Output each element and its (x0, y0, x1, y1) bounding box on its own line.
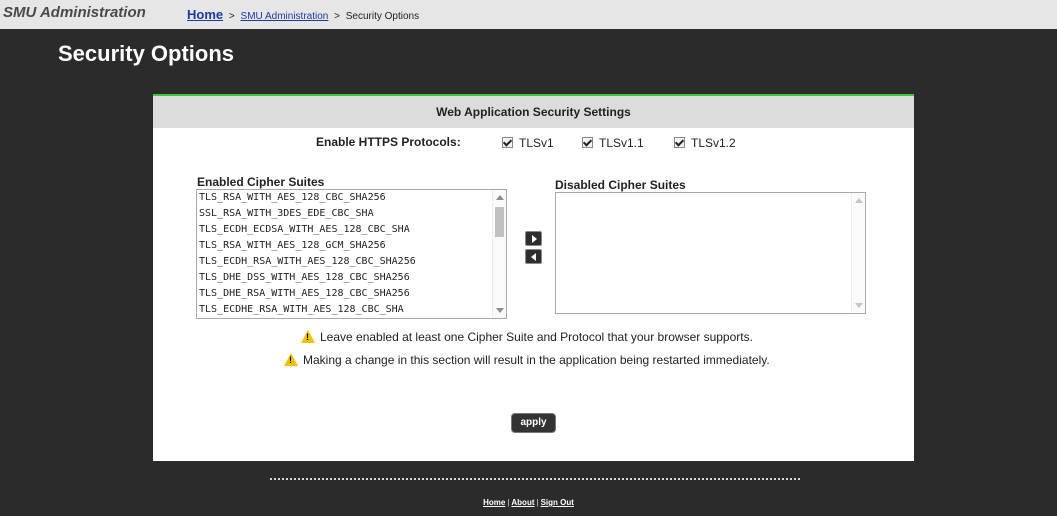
footer-home-link[interactable]: Home (483, 498, 505, 507)
https-protocols-label: Enable HTTPS Protocols: (316, 135, 461, 149)
app-title: SMU Administration (3, 4, 146, 21)
page-title: Security Options (58, 41, 235, 66)
warning-message: Leave enabled at least one Cipher Suite … (301, 330, 753, 344)
enabled-cipher-option[interactable]: TLS_RSA_WITH_AES_128_CBC_SHA256 (197, 190, 506, 206)
enabled-list-scrollbar[interactable] (492, 190, 506, 318)
enabled-cipher-option[interactable]: TLS_DHE_RSA_WITH_AES_128_CBC_SHA256 (197, 286, 506, 302)
footer-signout-link[interactable]: Sign Out (541, 498, 574, 507)
disabled-ciphers-label: Disabled Cipher Suites (555, 178, 686, 192)
security-settings-panel: Web Application Security Settings Enable… (153, 94, 914, 461)
scroll-down-icon[interactable] (496, 308, 504, 313)
footer-separator: | (507, 498, 510, 507)
enabled-ciphers-label: Enabled Cipher Suites (197, 175, 325, 189)
enabled-cipher-option[interactable]: SSL_RSA_WITH_3DES_EDE_CBC_SHA (197, 206, 506, 222)
footer-links: Home | About | Sign Out (0, 498, 1057, 507)
arrow-left-icon (531, 253, 536, 261)
move-to-disabled-button[interactable] (525, 231, 542, 246)
protocol-tlsv1-option[interactable]: TLSv1 (502, 135, 554, 150)
footer-divider (270, 478, 800, 480)
disabled-list-scrollbar[interactable] (851, 193, 865, 313)
warning-text: Making a change in this section will res… (303, 353, 770, 367)
breadcrumb-smu-admin-link[interactable]: SMU Administration (241, 11, 329, 22)
warning-text: Leave enabled at least one Cipher Suite … (320, 330, 753, 344)
tlsv1-1-checkbox[interactable] (582, 137, 593, 149)
enabled-cipher-option[interactable]: TLS_ECDH_ECDSA_WITH_AES_128_CBC_SHA (197, 222, 506, 238)
breadcrumb-home-link[interactable]: Home (187, 7, 223, 22)
protocol-tlsv1-1-option[interactable]: TLSv1.1 (582, 135, 644, 150)
arrow-right-icon (532, 235, 537, 243)
tlsv1-checkbox[interactable] (502, 137, 513, 149)
scroll-thumb[interactable] (495, 207, 504, 237)
breadcrumb-separator: > (334, 11, 340, 22)
footer-separator: | (536, 498, 539, 507)
tlsv1-1-label: TLSv1.1 (599, 135, 644, 150)
protocol-tlsv1-2-option[interactable]: TLSv1.2 (674, 135, 736, 150)
breadcrumb-current: Security Options (345, 11, 420, 22)
breadcrumb: Home > SMU Administration > Security Opt… (187, 7, 419, 22)
top-header-bar: SMU Administration Home > SMU Administra… (0, 0, 1057, 29)
panel-title: Web Application Security Settings (153, 96, 914, 128)
https-protocols-row: Enable HTTPS Protocols: TLSv1 TLSv1.1 TL… (153, 135, 914, 151)
disabled-ciphers-list[interactable] (555, 192, 866, 314)
enabled-cipher-option[interactable]: TLS_DHE_DSS_WITH_AES_128_CBC_SHA256 (197, 270, 506, 286)
warning-icon (284, 353, 298, 366)
tlsv1-label: TLSv1 (519, 135, 554, 150)
tlsv1-2-label: TLSv1.2 (691, 135, 736, 150)
warning-icon (301, 330, 315, 343)
enabled-cipher-option[interactable]: TLS_ECDHE_RSA_WITH_AES_128_CBC_SHA (197, 302, 506, 318)
breadcrumb-separator: > (228, 11, 235, 22)
scroll-down-icon[interactable] (855, 303, 863, 308)
warning-message: Making a change in this section will res… (284, 353, 770, 367)
enabled-ciphers-list[interactable]: TLS_RSA_WITH_AES_128_CBC_SHA256 SSL_RSA_… (196, 189, 507, 319)
scroll-up-icon[interactable] (855, 198, 863, 203)
enabled-cipher-option[interactable]: TLS_ECDH_RSA_WITH_AES_128_CBC_SHA256 (197, 254, 506, 270)
enabled-cipher-option[interactable]: TLS_RSA_WITH_AES_128_GCM_SHA256 (197, 238, 506, 254)
apply-button[interactable]: apply (511, 413, 556, 433)
footer-about-link[interactable]: About (511, 498, 534, 507)
scroll-up-icon[interactable] (496, 195, 504, 200)
tlsv1-2-checkbox[interactable] (674, 137, 685, 149)
move-to-enabled-button[interactable] (525, 249, 542, 264)
